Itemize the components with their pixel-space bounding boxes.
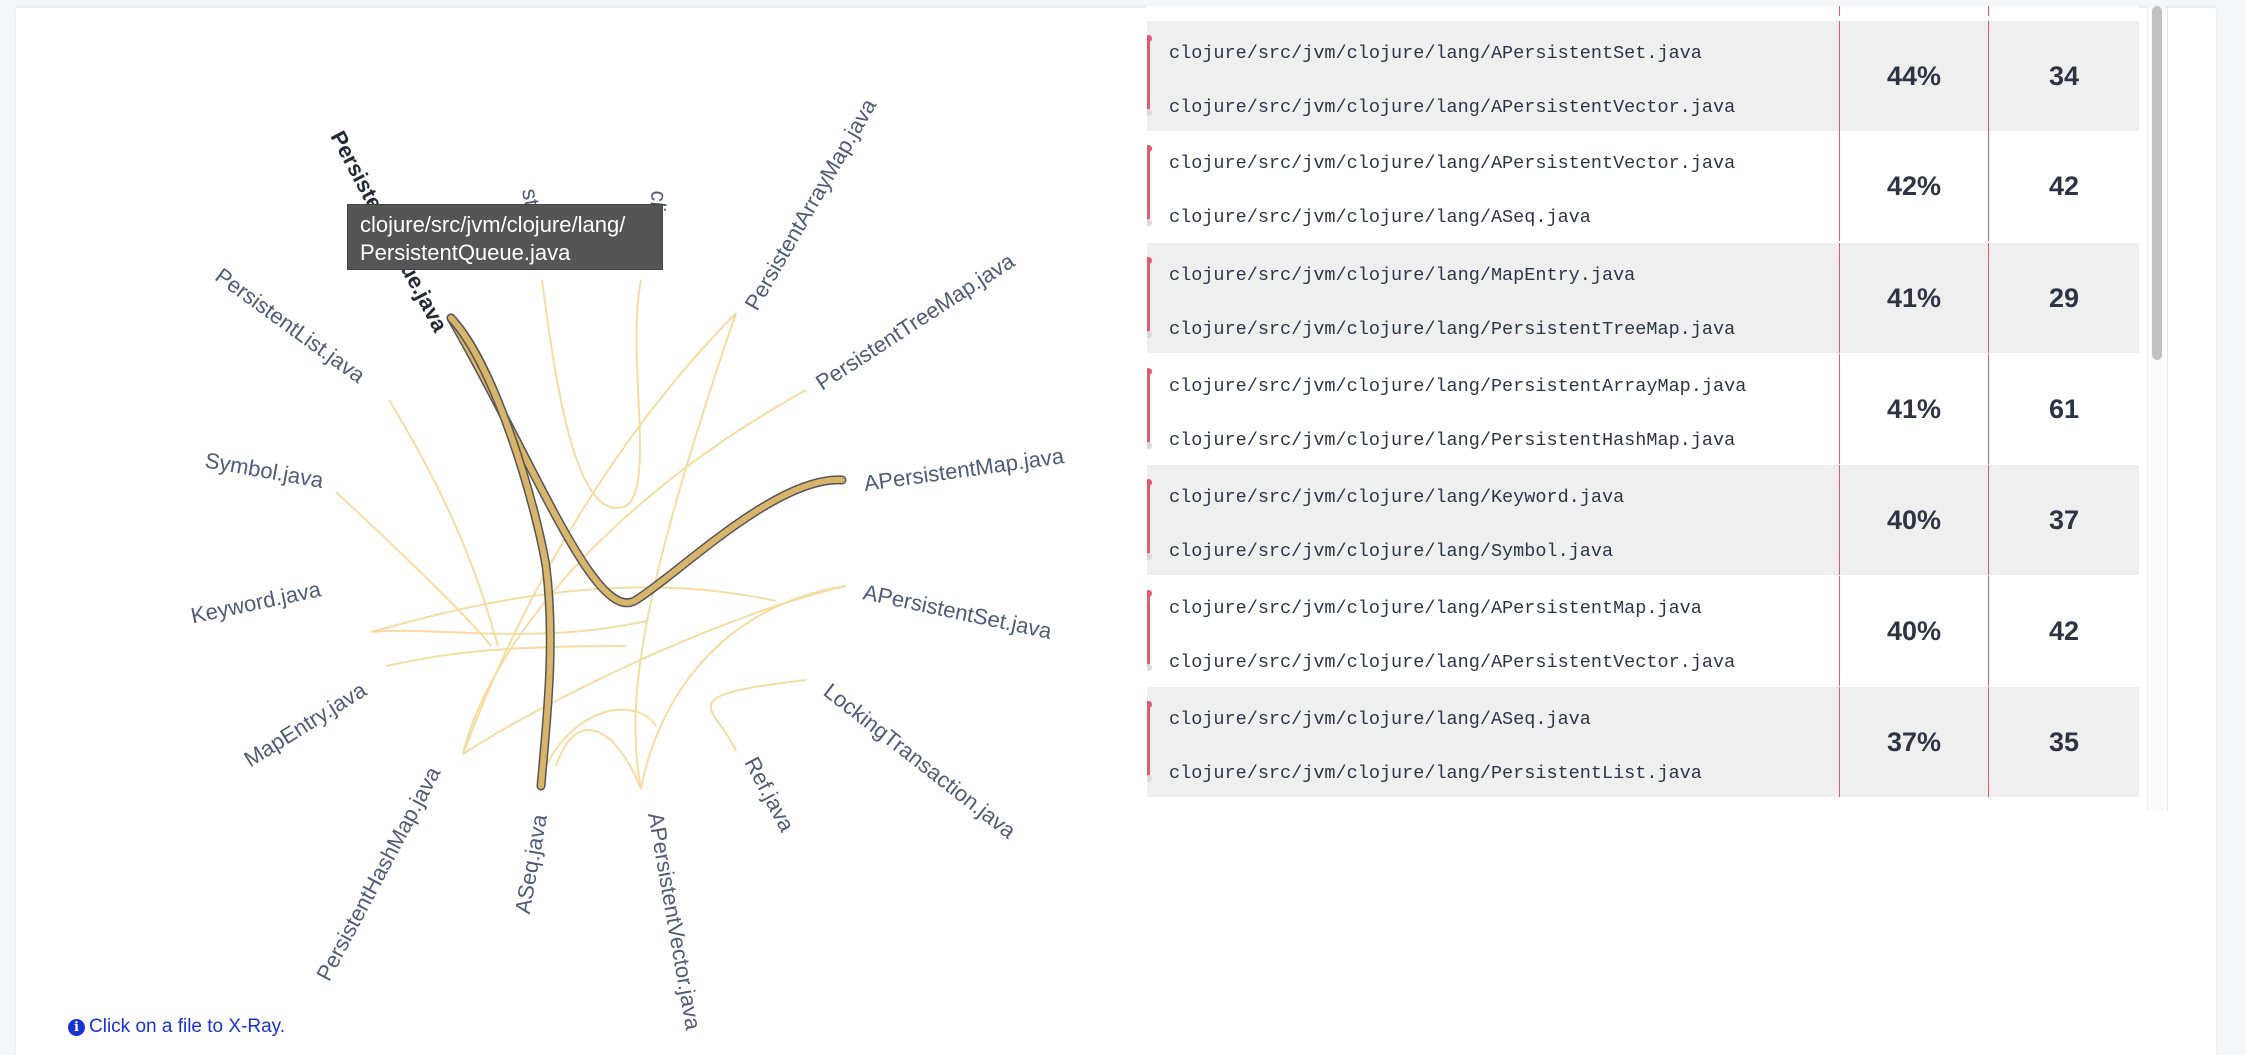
shared-commits: 61 (1988, 354, 2139, 464)
chord-label-apersistentvector[interactable]: APersistentVector.java (643, 811, 706, 1033)
coupling-percent: 40% (1839, 465, 1988, 575)
chord-link[interactable] (462, 585, 847, 755)
file-primary[interactable]: clojure/src/jvm/clojure/lang/Keyword.jav… (1169, 487, 1624, 508)
file-primary[interactable]: clojure/src/jvm/clojure/lang/PersistentA… (1169, 376, 1746, 397)
chord-label-apersistentmap[interactable]: APersistentMap.java (862, 443, 1066, 496)
chord-link[interactable] (555, 729, 642, 790)
chord-link[interactable] (370, 620, 647, 635)
shared-commits: 29 (1988, 243, 2139, 353)
table-row[interactable]: clojure/src/jvm/clojure/lang/PersistentA… (1147, 354, 2139, 464)
xray-hint-text: Click on a file to X-Ray. (89, 1016, 286, 1037)
chord-link[interactable] (634, 312, 737, 790)
file-pair: clojure/src/jvm/clojure/lang/Keyword.jav… (1147, 465, 1839, 575)
file-primary[interactable]: clojure/src/jvm/clojure/lang/APersistent… (1169, 43, 1702, 64)
file-secondary[interactable]: clojure/src/jvm/clojure/lang/PersistentH… (1169, 430, 1735, 451)
chord-link[interactable] (462, 312, 737, 755)
file-secondary[interactable]: clojure/src/jvm/clojure/lang/APersistent… (1169, 652, 1735, 673)
file-pair: clojure/src/jvm/clojure/lang/APersistent… (1147, 21, 1839, 131)
chord-link[interactable] (541, 279, 642, 509)
file-pair: clojure/src/jvm/clojure/lang/MapEntry.ja… (1147, 243, 1839, 353)
file-pair: clojure/src/jvm/clojure/lang/PersistentA… (1147, 354, 1839, 464)
file-tooltip: clojure/src/jvm/clojure/lang/ Persistent… (347, 204, 663, 270)
file-pair: clojure/src/jvm/clojure/lang/APersistent… (1147, 131, 1839, 241)
chord-link[interactable] (335, 491, 492, 647)
chord-link[interactable] (545, 708, 657, 767)
table-row[interactable]: clojure/src/jvm/clojure/lang/APersistent… (1147, 576, 2139, 686)
scrollbar-thumb[interactable] (2152, 6, 2162, 360)
chord-label-persistenttreemap[interactable]: PersistentTreeMap.java (811, 248, 1019, 395)
chord-label-keyword[interactable]: Keyword.java (189, 576, 324, 628)
file-pair: clojure/src/jvm/clojure/lang/ASeq.java c… (1147, 687, 1839, 797)
chord-label-symbol[interactable]: Symbol.java (203, 447, 326, 493)
chord-label-apersistentset[interactable]: APersistentSet.java (861, 579, 1055, 644)
chord-label-ref[interactable]: Ref.java (740, 753, 800, 837)
chord-label-persistentarraymap[interactable]: PersistentArrayMap.java (740, 94, 882, 315)
coupling-percent: 42% (1839, 131, 1988, 241)
coupling-marker (1147, 590, 1152, 671)
coupling-table: clojure/src/jvm/clojure/lang/APersistent… (1147, 6, 2183, 810)
coupling-percent: 37% (1839, 687, 1988, 797)
table-edge (2167, 6, 2168, 810)
file-primary[interactable]: clojure/src/jvm/clojure/lang/APersistent… (1169, 153, 1735, 174)
file-primary[interactable]: clojure/src/jvm/clojure/lang/ASeq.java (1169, 709, 1591, 730)
coupling-percent: 44% (1839, 21, 1988, 131)
chord-label-mapentry[interactable]: MapEntry.java (240, 677, 372, 772)
shared-commits: 42 (1988, 131, 2139, 241)
chord-link[interactable] (388, 399, 499, 647)
chord-link[interactable] (709, 679, 807, 752)
coupling-percent: 41% (1839, 243, 1988, 353)
shared-commits: 37 (1988, 465, 2139, 575)
coupling-percent: 40% (1839, 576, 1988, 686)
chord-links (335, 279, 847, 790)
table-row[interactable] (1147, 6, 2139, 16)
file-primary[interactable]: clojure/src/jvm/clojure/lang/MapEntry.ja… (1169, 265, 1635, 286)
main-panel: PersistentQueue.java st cljc PersistentA… (16, 6, 2216, 1055)
file-secondary[interactable]: clojure/src/jvm/clojure/lang/PersistentT… (1169, 319, 1735, 340)
table-row[interactable]: clojure/src/jvm/clojure/lang/ASeq.java c… (1147, 687, 2139, 797)
file-primary[interactable]: clojure/src/jvm/clojure/lang/APersistent… (1169, 598, 1702, 619)
coupling-marker (1147, 368, 1152, 449)
shared-commits: 35 (1988, 687, 2139, 797)
file-secondary[interactable]: clojure/src/jvm/clojure/lang/PersistentL… (1169, 763, 1702, 784)
table-row[interactable]: clojure/src/jvm/clojure/lang/APersistent… (1147, 131, 2139, 241)
coupling-marker (1147, 35, 1152, 116)
file-secondary[interactable]: clojure/src/jvm/clojure/lang/Symbol.java (1169, 541, 1613, 562)
file-pair: clojure/src/jvm/clojure/lang/APersistent… (1147, 576, 1839, 686)
shared-commits: 42 (1988, 576, 2139, 686)
chord-link[interactable] (370, 586, 777, 633)
xray-hint: i Click on a file to X-Ray. (68, 1016, 285, 1038)
coupling-chord-diagram: PersistentQueue.java st cljc PersistentA… (189, 94, 1067, 1033)
chord-label-persistenthashmap[interactable]: PersistentHashMap.java (311, 762, 445, 985)
shared-commits: 34 (1988, 21, 2139, 131)
table-scrollbar[interactable] (2147, 6, 2164, 810)
table-row[interactable]: clojure/src/jvm/clojure/lang/Keyword.jav… (1147, 465, 2139, 575)
chord-label-aseq[interactable]: ASeq.java (510, 812, 552, 916)
chord-label-lockingtransaction[interactable]: LockingTransaction.java (819, 678, 1021, 844)
coupling-marker (1147, 145, 1152, 226)
info-icon: i (68, 1018, 85, 1036)
table-row[interactable]: clojure/src/jvm/clojure/lang/APersistent… (1147, 21, 2139, 131)
coupling-marker (1147, 479, 1152, 560)
file-secondary[interactable]: clojure/src/jvm/clojure/lang/ASeq.java (1169, 207, 1591, 228)
coupling-marker (1147, 701, 1152, 782)
chord-label-persistentlist[interactable]: PersistentList.java (211, 263, 371, 389)
table-row[interactable]: clojure/src/jvm/clojure/lang/MapEntry.ja… (1147, 243, 2139, 353)
coupling-percent: 41% (1839, 354, 1988, 464)
file-secondary[interactable]: clojure/src/jvm/clojure/lang/APersistent… (1169, 97, 1735, 118)
coupling-marker (1147, 257, 1152, 338)
